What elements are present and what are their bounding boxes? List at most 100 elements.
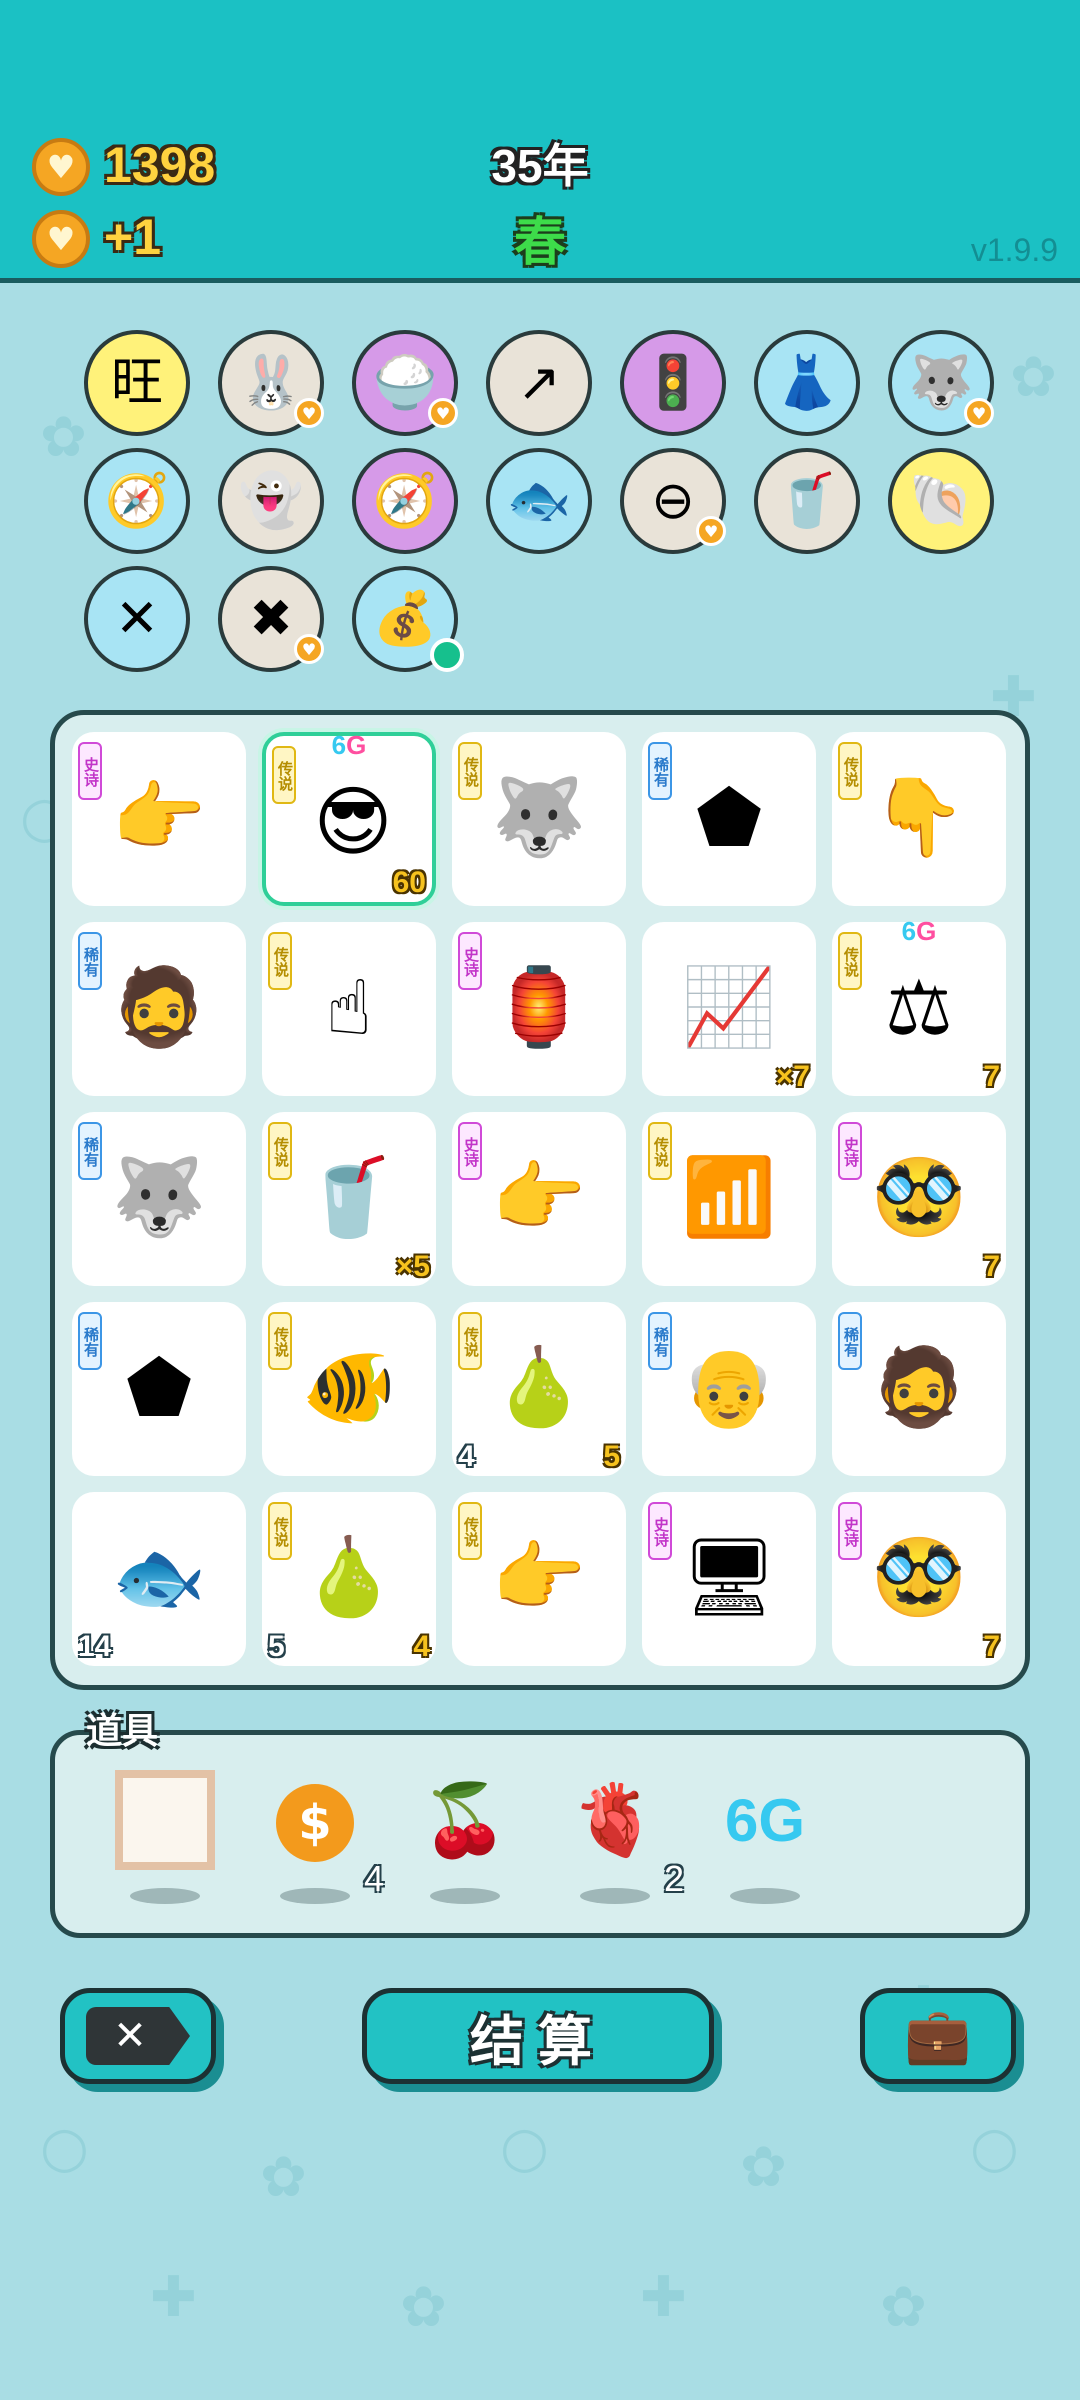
compass-icon: 🧭: [372, 471, 438, 531]
board-card[interactable]: 传说 📶: [642, 1112, 816, 1286]
rarity-tag: 史诗: [458, 932, 482, 990]
board-card[interactable]: 史诗 👉: [72, 732, 246, 906]
board-card[interactable]: 传说 🍐 5 4: [452, 1302, 626, 1476]
item-count: 4: [363, 1858, 384, 1899]
symbol-slot[interactable]: 💰: [352, 566, 464, 672]
symbol-slot[interactable]: 👗: [754, 330, 860, 436]
item-shadow: [280, 1888, 350, 1904]
symbol-slot[interactable]: 🐰 ♥: [218, 330, 324, 436]
graphics-card-icon: 🖥: [680, 1532, 778, 1621]
rarity-tag: 传说: [458, 742, 482, 800]
symbol-slot[interactable]: 🚦: [620, 330, 726, 436]
board-card[interactable]: 传说 🍐 4 5: [262, 1492, 436, 1666]
item-slot[interactable]: 🫀 2: [560, 1770, 684, 1910]
board-card[interactable]: 传说 🐺: [452, 732, 626, 906]
rarity-tag: 稀有: [78, 1122, 102, 1180]
balance-scale-icon: ⚖: [884, 962, 954, 1052]
coin-rate: +1: [104, 209, 162, 265]
pointing-hand-gold-icon: 👉: [491, 1532, 587, 1621]
rarity-tag: 史诗: [838, 1122, 862, 1180]
pointing-hand-gold-icon: 👇: [871, 772, 967, 861]
symbol-slot[interactable]: ↗: [486, 330, 592, 436]
status-dot-icon: [430, 638, 464, 672]
rarity-tag: 稀有: [648, 1312, 672, 1370]
gold-pentagon-icon: ⬟: [695, 772, 763, 862]
board-card[interactable]: 史诗 🥸 7: [832, 1492, 1006, 1666]
heart-badge-icon: ♥: [964, 398, 994, 428]
board-card[interactable]: 史诗 🏮: [452, 922, 626, 1096]
symbol-slot[interactable]: 🧭: [352, 448, 458, 554]
board-card[interactable]: 史诗 👉: [452, 1112, 626, 1286]
item-shadow: [430, 1888, 500, 1904]
board-card[interactable]: 传说 👇: [832, 732, 1006, 906]
lychee-icon: 🍒: [421, 1778, 509, 1861]
board-card[interactable]: 稀有 ⬟: [642, 732, 816, 906]
skirt-icon: 👗: [774, 353, 840, 413]
card-counter: 4: [458, 1440, 475, 1473]
goldfish-icon: 🐟: [111, 1532, 207, 1621]
settle-button[interactable]: 结算: [362, 1988, 714, 2084]
husky-dog-icon: 🐺: [111, 1152, 207, 1241]
remove-button[interactable]: ✕: [60, 1988, 216, 2084]
symbol-slot[interactable]: 🐟: [486, 448, 592, 554]
symbol-slot[interactable]: 🐚: [888, 448, 994, 554]
board-card[interactable]: 传说 6G 😎 60: [262, 730, 436, 906]
coin-balance: 1398: [104, 137, 216, 193]
heart-badge-icon: ♥: [696, 516, 726, 546]
bubble-tea-icon: 🥤: [301, 1152, 397, 1241]
item-slot[interactable]: 6G: [710, 1770, 820, 1910]
board-card[interactable]: 传说 ☝: [262, 922, 436, 1096]
chopsticks-icon: ✕: [115, 589, 159, 649]
board-card[interactable]: 传说 🐠: [262, 1302, 436, 1476]
item-slot[interactable]: 🍒: [410, 1770, 520, 1910]
ghost-icon: 👻: [238, 471, 304, 531]
year-label: 35年: [491, 140, 589, 192]
symbol-slot[interactable]: 🍚 ♥: [352, 330, 458, 436]
symbol-slot[interactable]: 🧭: [84, 448, 190, 554]
symbol-slot[interactable]: 🐺 ♥: [888, 330, 994, 436]
rarity-tag: 传说: [648, 1122, 672, 1180]
symbol-slot[interactable]: ✖ ♥: [218, 566, 324, 672]
heart-badge-icon: ♥: [294, 634, 324, 664]
board-card[interactable]: 稀有 👴: [642, 1302, 816, 1476]
settle-button-label: 结算: [470, 2009, 606, 2073]
card-multiplier: 7: [983, 1250, 1000, 1283]
board-card[interactable]: 史诗 🖥: [642, 1492, 816, 1666]
board-card[interactable]: 🐟 14: [72, 1492, 246, 1666]
rabbit-house-icon: 🏮: [491, 962, 587, 1051]
board-card[interactable]: 传说 👉: [452, 1492, 626, 1666]
board-card[interactable]: 📈 ×7: [642, 922, 816, 1096]
six-g-badge: 6G: [901, 916, 937, 946]
rarity-tag: 稀有: [838, 1312, 862, 1370]
symbol-slot[interactable]: 旺: [84, 330, 190, 436]
board-card[interactable]: 史诗 🥸 7: [832, 1112, 1006, 1286]
sunglasses-man-icon: 😎: [313, 776, 393, 866]
board-card[interactable]: 传说 🥤 ×5: [262, 1112, 436, 1286]
symbol-slot[interactable]: ⊖ ♥: [620, 448, 726, 554]
traffic-light-icon: 🚦: [640, 353, 706, 413]
wood-pentagon-icon: ⬟: [125, 1342, 193, 1432]
pear-icon: 🍐: [301, 1532, 397, 1621]
season-label: 春: [513, 213, 566, 273]
growth-arrow-icon: ↗: [517, 353, 561, 413]
item-slot[interactable]: ▢: [110, 1770, 220, 1910]
fish-bowl-icon: 🐟: [506, 471, 572, 531]
pointing-hand-gray-icon: 👉: [491, 1152, 587, 1241]
item-slot[interactable]: $4: [260, 1770, 384, 1910]
wifi-icon: 📶: [681, 1152, 777, 1241]
symbol-slot[interactable]: 👻: [218, 448, 324, 554]
board-card[interactable]: 稀有 ⬟: [72, 1302, 246, 1476]
board-card[interactable]: 稀有 🧔: [832, 1302, 1006, 1476]
board-card[interactable]: 传说 6G ⚖ 7: [832, 916, 1006, 1096]
green-hat-man-icon: 🥸: [871, 1152, 967, 1241]
board-card[interactable]: 稀有 🧔: [72, 922, 246, 1096]
board-card[interactable]: 稀有 🐺: [72, 1112, 246, 1286]
symbol-slot[interactable]: 🥤: [754, 448, 860, 554]
symbol-slot[interactable]: ✕: [84, 566, 190, 672]
green-hat-man-icon: 🥸: [871, 1532, 967, 1621]
rarity-tag: 史诗: [838, 1502, 862, 1560]
card-multiplier: 7: [983, 1060, 1000, 1093]
pointing-up-hand-icon: ☝: [325, 962, 373, 1052]
version-label: v1.9.9: [970, 232, 1058, 268]
inventory-button[interactable]: 💼: [860, 1988, 1016, 2084]
